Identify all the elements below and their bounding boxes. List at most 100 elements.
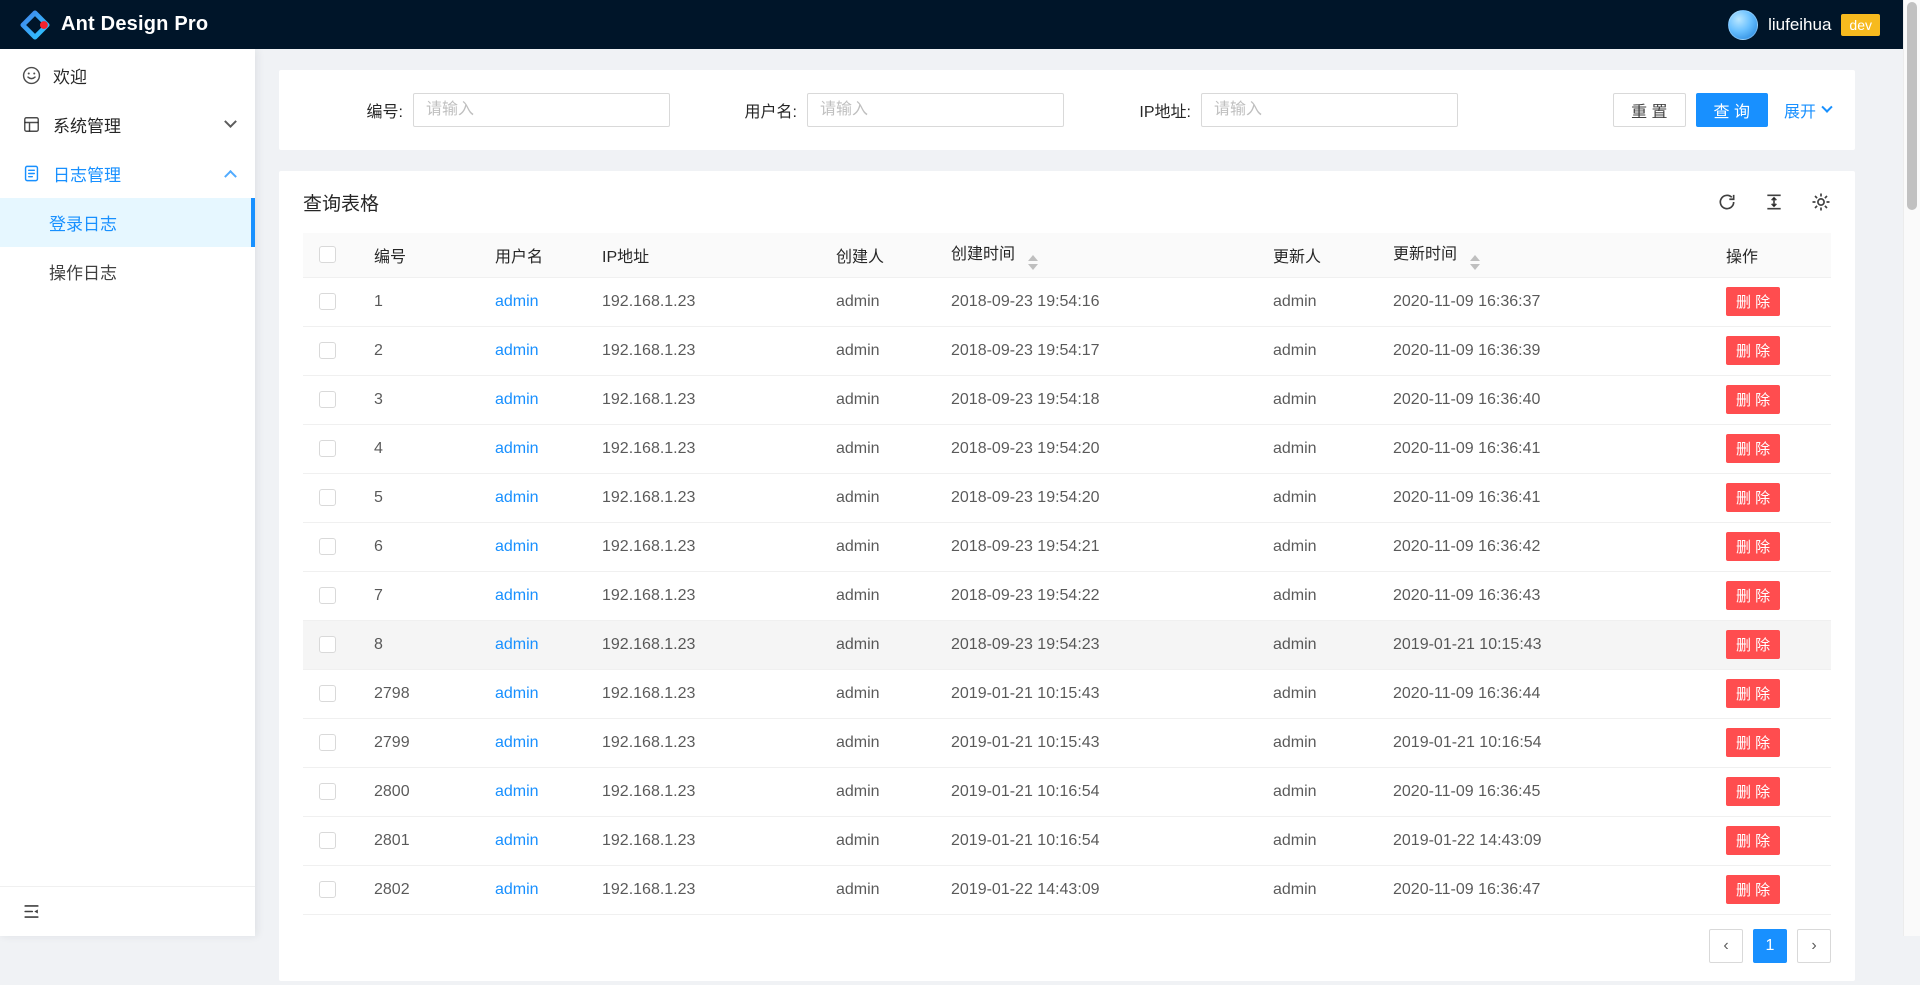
cell-updater: admin xyxy=(1253,326,1373,375)
column-height-icon[interactable] xyxy=(1764,192,1784,212)
logo[interactable]: Ant Design Pro xyxy=(20,10,208,40)
pagination-page-1[interactable]: 1 xyxy=(1753,929,1787,963)
cell-created-at: 2018-09-23 19:54:18 xyxy=(931,375,1253,424)
reload-icon[interactable] xyxy=(1717,192,1737,212)
cell-username: admin xyxy=(475,571,582,620)
cell-id: 1 xyxy=(354,277,475,326)
sidebar-item-system-management[interactable]: 系统管理 xyxy=(0,100,255,149)
ip-input[interactable] xyxy=(1201,93,1458,127)
cell-id: 2799 xyxy=(354,718,475,767)
settings-gear-icon[interactable] xyxy=(1811,192,1831,212)
cell-username: admin xyxy=(475,767,582,816)
username-link[interactable]: admin xyxy=(495,440,539,457)
cell-username: admin xyxy=(475,620,582,669)
reset-button[interactable]: 重 置 xyxy=(1613,93,1685,127)
menu-fold-icon[interactable] xyxy=(22,902,41,921)
delete-button[interactable]: 删 除 xyxy=(1726,826,1780,855)
avatar[interactable] xyxy=(1728,10,1758,40)
cell-id: 2802 xyxy=(354,865,475,914)
pagination-prev[interactable]: ‹ xyxy=(1709,929,1743,963)
delete-button[interactable]: 删 除 xyxy=(1726,679,1780,708)
row-checkbox[interactable] xyxy=(319,881,336,898)
delete-button[interactable]: 删 除 xyxy=(1726,875,1780,904)
column-username: 用户名 xyxy=(475,233,582,277)
username-link[interactable]: admin xyxy=(495,636,539,653)
sorter-icon[interactable] xyxy=(1028,255,1038,270)
smile-icon xyxy=(22,66,41,85)
cell-updated-at: 2020-11-09 16:36:37 xyxy=(1373,277,1706,326)
username-link[interactable]: admin xyxy=(495,881,539,898)
row-checkbox[interactable] xyxy=(319,391,336,408)
delete-button[interactable]: 删 除 xyxy=(1726,434,1780,463)
sidebar-item-operation-log[interactable]: 操作日志 xyxy=(0,247,255,296)
row-checkbox[interactable] xyxy=(319,440,336,457)
search-button[interactable]: 查 询 xyxy=(1696,93,1768,127)
username-link[interactable]: admin xyxy=(495,489,539,506)
row-checkbox[interactable] xyxy=(319,489,336,506)
sidebar-item-welcome[interactable]: 欢迎 xyxy=(0,51,255,100)
cell-creator: admin xyxy=(816,865,931,914)
sorter-icon[interactable] xyxy=(1470,255,1480,270)
page-scrollbar[interactable] xyxy=(1903,0,1920,936)
row-checkbox[interactable] xyxy=(319,538,336,555)
table-row: 1 admin 192.168.1.23 admin 2018-09-23 19… xyxy=(303,277,1831,326)
row-checkbox[interactable] xyxy=(319,783,336,800)
row-checkbox[interactable] xyxy=(319,734,336,751)
username-link[interactable]: admin xyxy=(495,538,539,555)
cell-ip: 192.168.1.23 xyxy=(582,669,816,718)
username-link[interactable]: admin xyxy=(495,783,539,800)
scrollbar-thumb[interactable] xyxy=(1907,2,1917,210)
column-updated-at[interactable]: 更新时间 xyxy=(1373,233,1706,277)
id-input[interactable] xyxy=(413,93,670,127)
username-link[interactable]: admin xyxy=(495,391,539,408)
column-updated-at-label: 更新时间 xyxy=(1393,246,1457,263)
username-field-label: 用户名: xyxy=(697,98,807,122)
sidebar-item-login-log[interactable]: 登录日志 xyxy=(0,198,255,247)
table-row: 2802 admin 192.168.1.23 admin 2019-01-22… xyxy=(303,865,1831,914)
cell-updater: admin xyxy=(1253,669,1373,718)
cell-created-at: 2019-01-21 10:16:54 xyxy=(931,816,1253,865)
username-link[interactable]: admin xyxy=(495,734,539,751)
username-link[interactable]: admin xyxy=(495,293,539,310)
caret-down-icon xyxy=(1470,264,1480,270)
row-checkbox[interactable] xyxy=(319,832,336,849)
row-checkbox[interactable] xyxy=(319,636,336,653)
username-link[interactable]: admin xyxy=(495,832,539,849)
toolbar-icons xyxy=(1717,192,1831,212)
expand-link[interactable]: 展开 xyxy=(1784,98,1831,122)
table-row: 2801 admin 192.168.1.23 admin 2019-01-21… xyxy=(303,816,1831,865)
select-all-checkbox[interactable] xyxy=(319,246,336,263)
row-checkbox[interactable] xyxy=(319,342,336,359)
username-link[interactable]: admin xyxy=(495,342,539,359)
system-management-icon xyxy=(22,115,41,134)
cell-updater: admin xyxy=(1253,375,1373,424)
delete-button[interactable]: 删 除 xyxy=(1726,336,1780,365)
cell-ip: 192.168.1.23 xyxy=(582,816,816,865)
delete-button[interactable]: 删 除 xyxy=(1726,728,1780,757)
delete-button[interactable]: 删 除 xyxy=(1726,483,1780,512)
cell-ip: 192.168.1.23 xyxy=(582,375,816,424)
username-link[interactable]: admin xyxy=(495,587,539,604)
cell-updater: admin xyxy=(1253,816,1373,865)
cell-updater: admin xyxy=(1253,865,1373,914)
cell-username: admin xyxy=(475,326,582,375)
username-link[interactable]: admin xyxy=(495,685,539,702)
delete-button[interactable]: 删 除 xyxy=(1726,777,1780,806)
row-checkbox[interactable] xyxy=(319,587,336,604)
delete-button[interactable]: 删 除 xyxy=(1726,581,1780,610)
username[interactable]: liufeihua xyxy=(1768,15,1831,35)
cell-creator: admin xyxy=(816,473,931,522)
cell-ip: 192.168.1.23 xyxy=(582,424,816,473)
delete-button[interactable]: 删 除 xyxy=(1726,385,1780,414)
delete-button[interactable]: 删 除 xyxy=(1726,630,1780,659)
pagination-next[interactable]: › xyxy=(1797,929,1831,963)
table-header-row: 编号 用户名 IP地址 创建人 创建时间 更新人 更新时间 操作 xyxy=(303,233,1831,277)
sidebar-item-log-management[interactable]: 日志管理 xyxy=(0,149,255,198)
row-checkbox[interactable] xyxy=(319,685,336,702)
column-created-at[interactable]: 创建时间 xyxy=(931,233,1253,277)
delete-button[interactable]: 删 除 xyxy=(1726,287,1780,316)
row-checkbox[interactable] xyxy=(319,293,336,310)
username-input[interactable] xyxy=(807,93,1064,127)
delete-button[interactable]: 删 除 xyxy=(1726,532,1780,561)
cell-updated-at: 2020-11-09 16:36:40 xyxy=(1373,375,1706,424)
